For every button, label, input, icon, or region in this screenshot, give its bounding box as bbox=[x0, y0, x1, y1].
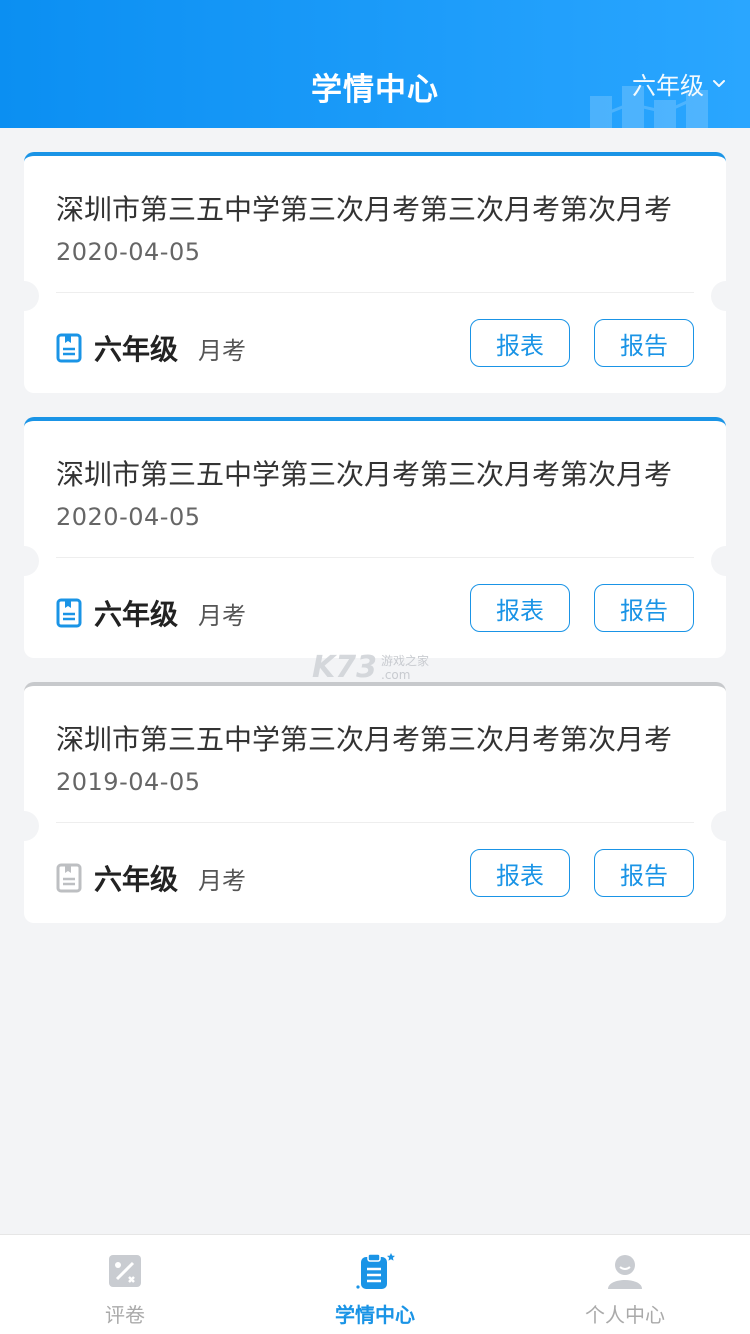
exam-card[interactable]: 深圳市第三五中学第三次月考第三次月考第次月考 2020-04-05 六年级 月考… bbox=[24, 417, 726, 658]
header-bar: 学情中心 六年级 bbox=[0, 0, 750, 128]
table-button[interactable]: 报表 bbox=[470, 319, 570, 367]
tab-label: 评卷 bbox=[105, 1303, 145, 1327]
watermark: K73 游戏之家 .com bbox=[312, 650, 429, 685]
divider bbox=[56, 292, 694, 293]
app-root: 学情中心 六年级 深圳市第三五中学第三次月考第三次月考第次月考 2020-04-… bbox=[0, 0, 750, 1334]
exam-type-label: 月考 bbox=[198, 336, 247, 365]
exam-date: 2020-04-05 bbox=[56, 503, 201, 531]
chevron-down-icon bbox=[713, 79, 725, 87]
exam-card[interactable]: 深圳市第三五中学第三次月考第三次月考第次月考 2019-04-05 六年级 月考… bbox=[24, 682, 726, 923]
card-notch bbox=[711, 811, 726, 841]
tab-label: 个人中心 bbox=[585, 1303, 665, 1327]
divider bbox=[56, 557, 694, 558]
grade-label: 六年级 bbox=[94, 333, 179, 366]
document-icon bbox=[56, 333, 82, 363]
exam-title: 深圳市第三五中学第三次月考第三次月考第次月考 bbox=[56, 193, 673, 226]
card-actions: 报表 报告 bbox=[470, 584, 694, 632]
watermark-logo: K73 bbox=[312, 650, 377, 685]
watermark-domain: .com bbox=[381, 667, 411, 682]
exam-title: 深圳市第三五中学第三次月考第三次月考第次月考 bbox=[56, 723, 673, 756]
exam-type-label: 月考 bbox=[198, 601, 247, 630]
exam-title: 深圳市第三五中学第三次月考第三次月考第次月考 bbox=[56, 458, 673, 491]
document-icon bbox=[56, 598, 82, 628]
exam-date: 2020-04-05 bbox=[56, 238, 201, 266]
report-button[interactable]: 报告 bbox=[594, 584, 694, 632]
grade-label: 六年级 bbox=[94, 863, 179, 896]
card-actions: 报表 报告 bbox=[470, 849, 694, 897]
exam-list: 深圳市第三五中学第三次月考第三次月考第次月考 2020-04-05 六年级 月考… bbox=[24, 152, 726, 947]
report-button[interactable]: 报告 bbox=[594, 319, 694, 367]
tab-label: 学情中心 bbox=[335, 1303, 415, 1327]
divider bbox=[56, 822, 694, 823]
card-notch bbox=[24, 281, 39, 311]
user-icon bbox=[608, 1255, 642, 1289]
table-button[interactable]: 报表 bbox=[470, 584, 570, 632]
card-notch bbox=[24, 811, 39, 841]
bottom-tab-bar: 评卷 学情中心 个人中心 bbox=[0, 1234, 750, 1334]
card-notch bbox=[711, 546, 726, 576]
grade-selector-label: 六年级 bbox=[632, 72, 704, 100]
card-footer: 六年级 月考 bbox=[56, 593, 246, 633]
grade-selector[interactable]: 六年级 bbox=[632, 66, 728, 101]
card-footer: 六年级 月考 bbox=[56, 328, 246, 368]
card-actions: 报表 报告 bbox=[470, 319, 694, 367]
card-notch bbox=[24, 546, 39, 576]
card-footer: 六年级 月考 bbox=[56, 858, 246, 898]
report-button[interactable]: 报告 bbox=[594, 849, 694, 897]
clipboard-icon bbox=[356, 1253, 395, 1289]
tab-learning-center[interactable]: 学情中心 bbox=[250, 1235, 500, 1334]
card-notch bbox=[711, 281, 726, 311]
exam-type-label: 月考 bbox=[198, 866, 247, 895]
tab-grading[interactable]: 评卷 bbox=[0, 1235, 250, 1334]
watermark-cn: 游戏之家 bbox=[381, 653, 430, 668]
exam-date: 2019-04-05 bbox=[56, 768, 201, 796]
table-button[interactable]: 报表 bbox=[470, 849, 570, 897]
exam-card[interactable]: 深圳市第三五中学第三次月考第三次月考第次月考 2020-04-05 六年级 月考… bbox=[24, 152, 726, 393]
document-icon bbox=[56, 863, 82, 893]
tab-profile[interactable]: 个人中心 bbox=[500, 1235, 750, 1334]
watermark-text: 游戏之家 .com bbox=[381, 654, 429, 682]
grade-label: 六年级 bbox=[94, 598, 179, 631]
grade-paper-icon bbox=[109, 1255, 141, 1287]
